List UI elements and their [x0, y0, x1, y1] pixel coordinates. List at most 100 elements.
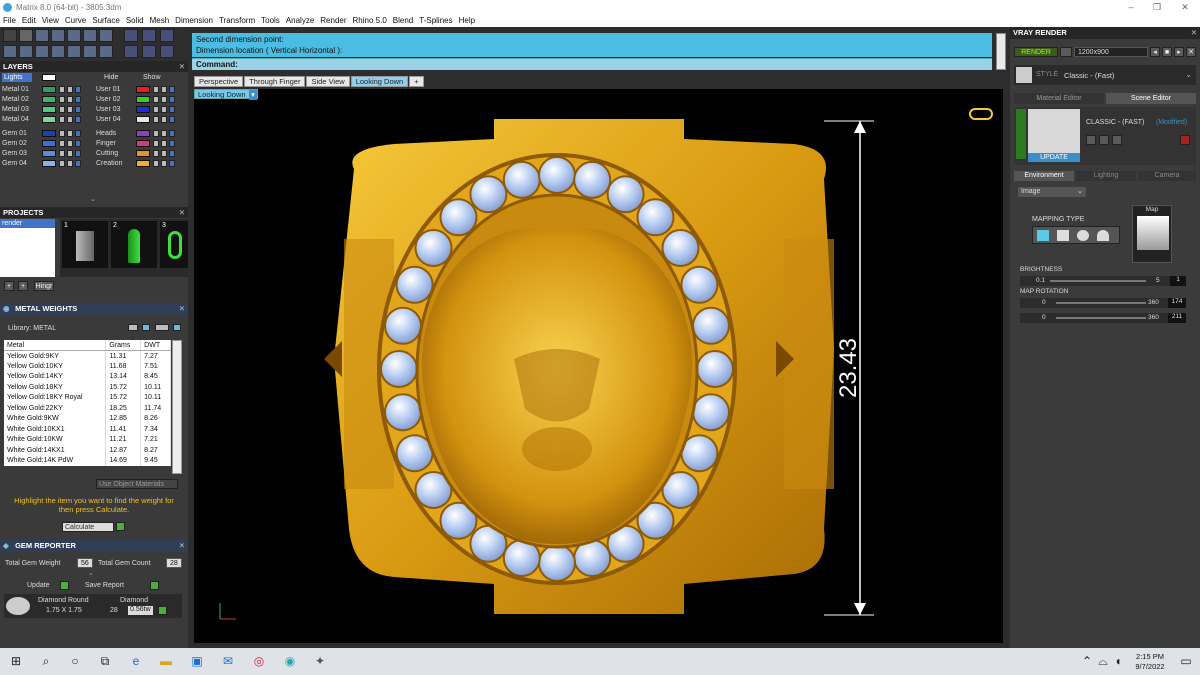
menu-item[interactable]: Tools: [261, 16, 280, 25]
layer-gem-03[interactable]: Gem 03: [2, 149, 27, 158]
close-icon[interactable]: ✕: [179, 207, 185, 218]
save-go-icon[interactable]: [150, 581, 159, 590]
layer-color-swatch[interactable]: [42, 130, 56, 137]
tab-lighting[interactable]: Lighting: [1076, 171, 1136, 181]
select-layer-icon[interactable]: [169, 106, 175, 113]
table-row[interactable]: Yellow Gold:18KY Royal 15.72 10.11: [4, 392, 171, 403]
layer-color-swatch[interactable]: [42, 150, 56, 157]
menu-item[interactable]: Help: [459, 16, 475, 25]
rhino-app-icon[interactable]: ✦: [312, 653, 328, 669]
layer-gem-04[interactable]: Gem 04: [2, 159, 27, 168]
select-layer-icon[interactable]: [75, 116, 81, 123]
project-thumb-3[interactable]: 3: [160, 221, 188, 268]
update-button[interactable]: UPDATE: [1028, 153, 1080, 162]
hide-all-button[interactable]: Hide: [104, 73, 118, 82]
view-cube-icon[interactable]: [969, 108, 993, 120]
select-layer-icon[interactable]: [75, 160, 81, 167]
mapping-sphere-icon[interactable]: [1077, 230, 1089, 241]
eye-icon[interactable]: [67, 130, 73, 137]
matrix-app-icon[interactable]: ◉: [282, 653, 298, 669]
eye-icon[interactable]: [161, 130, 167, 137]
tab-camera[interactable]: Camera: [1138, 171, 1196, 181]
update-go-icon[interactable]: [60, 581, 69, 590]
select-layer-icon[interactable]: [169, 140, 175, 147]
menu-item[interactable]: Rhino 5.0: [353, 16, 387, 25]
layer-color-swatch[interactable]: [42, 160, 56, 167]
lock-icon[interactable]: [153, 130, 159, 137]
bezel-icon[interactable]: [124, 45, 138, 58]
layer-color-swatch[interactable]: [136, 130, 150, 137]
user-toggle[interactable]: [155, 324, 169, 331]
layer-color-swatch[interactable]: [136, 116, 150, 123]
tab-perspective[interactable]: Perspective: [194, 76, 244, 87]
tab-environment[interactable]: Environment: [1014, 171, 1074, 181]
lock-icon[interactable]: [59, 130, 65, 137]
select-layer-icon[interactable]: [75, 86, 81, 93]
lock-icon[interactable]: [153, 106, 159, 113]
select-layer-icon[interactable]: [169, 150, 175, 157]
chrome-icon[interactable]: ◎: [251, 653, 267, 669]
layer-color-swatch[interactable]: [136, 150, 150, 157]
mail-icon[interactable]: ✉: [220, 653, 236, 669]
task-view-icon[interactable]: ⧉: [97, 653, 113, 669]
layer-user-03[interactable]: User 03: [96, 105, 121, 114]
notifications-icon[interactable]: ▭: [1178, 653, 1194, 669]
select-layer-icon[interactable]: [75, 96, 81, 103]
layer-cutting[interactable]: Cutting: [96, 149, 118, 158]
table-row[interactable]: Yellow Gold:10KY 11.68 7.51: [4, 361, 171, 372]
eye-icon[interactable]: [67, 86, 73, 93]
lock-icon[interactable]: [59, 150, 65, 157]
preset-expand-icon[interactable]: [1016, 109, 1026, 159]
table-row[interactable]: Yellow Gold:14KY 13.14 8.45: [4, 371, 171, 382]
tab-through-finger[interactable]: Through Finger: [244, 76, 306, 87]
mapping-plane-icon[interactable]: [1037, 230, 1049, 241]
layer-gem-02[interactable]: Gem 02: [2, 139, 27, 148]
rotation-slider-2[interactable]: 0 360 211: [1020, 313, 1186, 323]
project-item[interactable]: render: [0, 219, 55, 228]
column-header[interactable]: Grams: [105, 340, 142, 351]
export-icon[interactable]: [1112, 135, 1122, 145]
menu-item[interactable]: File: [3, 16, 16, 25]
mapping-dome-icon[interactable]: [1097, 230, 1109, 241]
project-thumb-1[interactable]: 1: [62, 221, 108, 268]
eye-icon[interactable]: [67, 140, 73, 147]
gallery-icon[interactable]: [160, 45, 174, 58]
menu-item[interactable]: Edit: [22, 16, 36, 25]
table-row[interactable]: Yellow Gold:9KY 11.31 7.27: [4, 350, 171, 361]
select-layer-icon[interactable]: [169, 160, 175, 167]
layer-color-swatch[interactable]: [136, 106, 150, 113]
preset-card[interactable]: UPDATE CLASSIC - (FAST) (Modified): [1014, 107, 1196, 165]
table-row[interactable]: Yellow Gold:22KY 18.25 11.74: [4, 403, 171, 414]
stop-icon[interactable]: ■: [1162, 47, 1172, 57]
menu-item[interactable]: Solid: [126, 16, 144, 25]
menu-item[interactable]: Curve: [65, 16, 86, 25]
rotation-value[interactable]: 211: [1168, 313, 1186, 323]
ring-icon[interactable]: [83, 45, 97, 58]
lock-icon[interactable]: [153, 160, 159, 167]
layer-color-swatch[interactable]: [136, 86, 150, 93]
save-icon[interactable]: [1086, 135, 1096, 145]
rotation-value[interactable]: 174: [1168, 298, 1186, 308]
table-scrollbar[interactable]: [172, 340, 182, 474]
menu-item[interactable]: Mesh: [150, 16, 170, 25]
menu-item[interactable]: Surface: [92, 16, 120, 25]
eye-icon[interactable]: [67, 106, 73, 113]
render-canvas[interactable]: 23.43: [194, 89, 1003, 643]
close-icon[interactable]: ✕: [179, 540, 185, 551]
menu-item[interactable]: Dimension: [175, 16, 213, 25]
select-layer-icon[interactable]: [75, 130, 81, 137]
add-project-button[interactable]: +: [4, 281, 14, 291]
layer-color-swatch[interactable]: [136, 140, 150, 147]
view-selector[interactable]: Looking Down ▾: [194, 89, 258, 100]
layer-metal-02[interactable]: Metal 02: [2, 95, 29, 104]
network-icon[interactable]: ⌓: [1097, 653, 1109, 669]
calculate-field[interactable]: Calculate: [62, 522, 114, 532]
layer-color-swatch[interactable]: [136, 96, 150, 103]
cortana-icon[interactable]: ○: [67, 653, 83, 669]
command-line[interactable]: Command:: [192, 58, 992, 70]
prev-icon[interactable]: ◂: [1150, 47, 1160, 57]
brightness-value[interactable]: 1: [1170, 276, 1186, 286]
stone-icon[interactable]: [99, 45, 113, 58]
render-button[interactable]: RENDER: [1014, 47, 1058, 57]
lock-icon[interactable]: [153, 150, 159, 157]
